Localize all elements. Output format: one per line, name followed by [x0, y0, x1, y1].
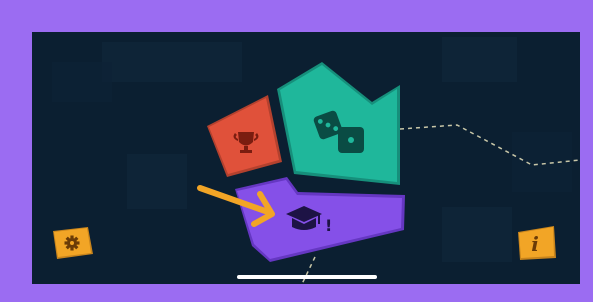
device-frame: ! i: [0, 0, 593, 302]
home-indicator[interactable]: [237, 275, 377, 279]
game-menu-screen: ! i: [32, 32, 580, 284]
info-button[interactable]: i: [516, 226, 558, 262]
path-line-bottom: [301, 256, 316, 284]
learn-badge: !: [325, 216, 332, 235]
gear-icon: [64, 235, 80, 251]
info-icon: i: [531, 232, 539, 256]
settings-button[interactable]: [52, 227, 94, 261]
